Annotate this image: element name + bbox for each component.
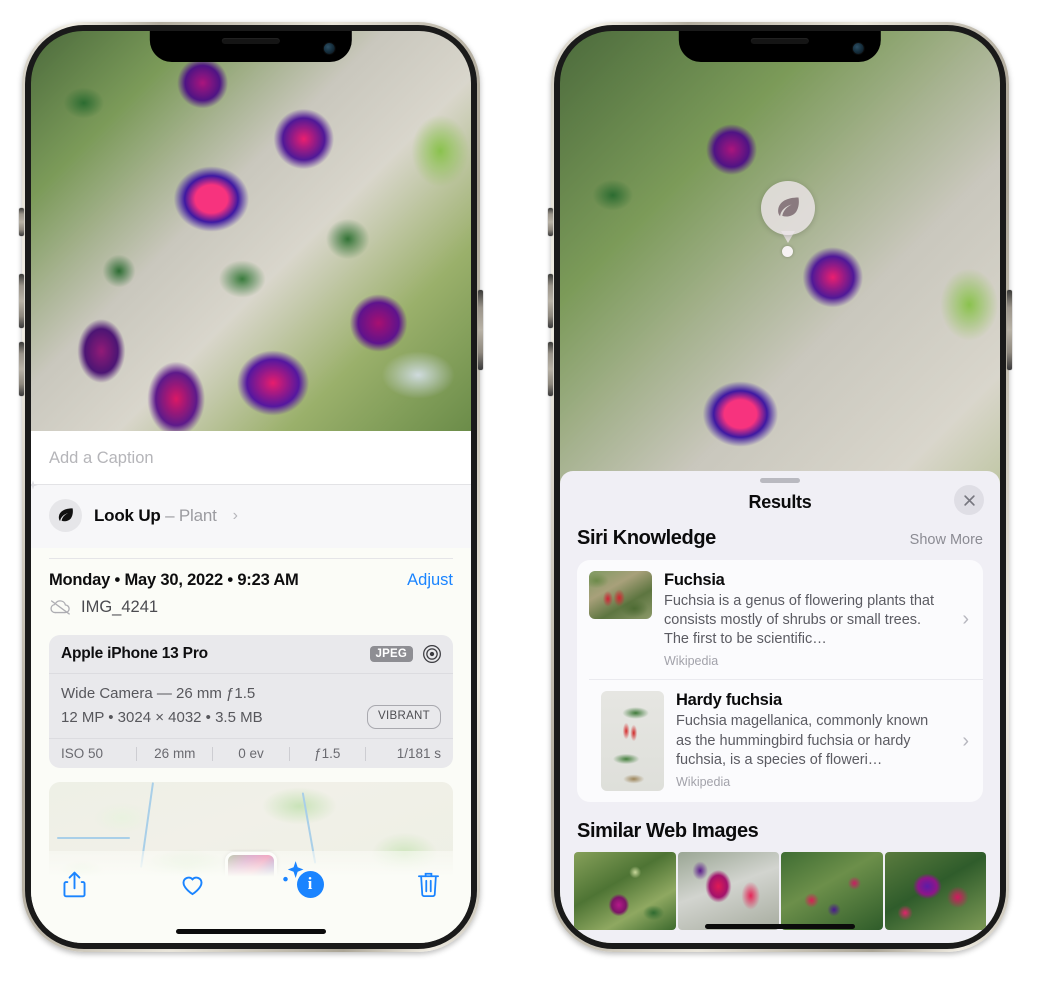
camera-info-card[interactable]: Apple iPhone 13 Pro JPEG Wide Camera — 2… [49, 635, 453, 769]
front-camera-icon [324, 43, 336, 54]
look-up-label: Look Up – Plant [94, 506, 217, 526]
web-image-thumbnail[interactable] [677, 852, 779, 931]
filename-row: IMG_4241 [49, 598, 453, 617]
aperture-icon [422, 644, 442, 664]
result-body: Fuchsia Fuchsia is a genus of flowering … [664, 571, 950, 668]
exif-exposure: 0 ev [238, 746, 264, 762]
silent-switch[interactable] [548, 208, 553, 236]
chevron-right-icon: › [232, 506, 238, 524]
volume-down-button[interactable] [19, 342, 24, 396]
specs-line: 12 MP • 3024 × 4032 • 3.5 MB [61, 708, 263, 726]
format-chip: JPEG [369, 646, 413, 662]
list-item[interactable]: Fuchsia Fuchsia is a genus of flowering … [577, 560, 983, 679]
result-description: Fuchsia magellanica, commonly known as t… [676, 713, 929, 768]
front-camera-icon [853, 43, 865, 54]
chevron-right-icon: › [962, 608, 969, 631]
lens-line: Wide Camera — 26 mm ƒ1.5 [61, 685, 256, 702]
web-image-thumbnail[interactable] [884, 852, 986, 931]
result-source: Wikipedia [676, 774, 731, 789]
map-river [57, 837, 130, 840]
leaf-icon [49, 499, 82, 532]
share-button[interactable] [53, 863, 95, 905]
section-title: Siri Knowledge [577, 527, 716, 549]
sparkle-icon [31, 479, 41, 495]
look-up-title: Look Up [94, 505, 161, 525]
result-body: Hardy fuchsia Fuchsia magellanica, commo… [676, 691, 950, 788]
notch [678, 31, 882, 62]
specs-line-row: 12 MP • 3024 × 4032 • 3.5 MB VIBRANT [61, 705, 441, 730]
result-title: Hardy fuchsia [676, 691, 782, 710]
adjust-button[interactable]: Adjust [407, 571, 453, 590]
photo-filename: IMG_4241 [81, 598, 159, 616]
show-more-button[interactable]: Show More [910, 532, 983, 548]
badge-anchor-dot [782, 246, 793, 257]
earpiece-speaker [750, 38, 809, 44]
left-phone-screen: Add a Caption Look Up – Plant › Monday •… [31, 31, 471, 943]
leaf-icon [778, 197, 799, 217]
siri-knowledge-card: Fuchsia Fuchsia is a genus of flowering … [577, 560, 983, 803]
results-header: Results [560, 483, 1000, 527]
close-icon [963, 494, 975, 506]
chevron-right-icon: › [962, 729, 969, 752]
cloud-slash-icon [49, 599, 72, 616]
volume-up-button[interactable] [548, 274, 553, 328]
camera-model: Apple iPhone 13 Pro [61, 645, 208, 662]
result-thumbnail [601, 691, 664, 792]
divider [49, 558, 453, 559]
notch [149, 31, 353, 62]
exif-shutter: 1/181 s [396, 746, 442, 762]
power-button[interactable] [1007, 290, 1012, 370]
photographic-style-chip: VIBRANT [367, 705, 441, 730]
photo-date: Monday • May 30, 2022 • 9:23 AM [49, 571, 299, 589]
exif-iso: ISO 50 [61, 746, 104, 762]
photo-fuchsia-left[interactable] [31, 31, 471, 431]
look-up-separator: – [165, 505, 175, 525]
silent-switch[interactable] [19, 208, 24, 236]
earpiece-speaker [221, 38, 280, 44]
results-title: Results [748, 492, 812, 512]
delete-button[interactable] [407, 863, 449, 905]
right-phone: Results Siri Knowledge Show More Fuchsia… [548, 22, 1012, 952]
home-indicator[interactable] [705, 924, 855, 929]
list-item[interactable]: Hardy fuchsia Fuchsia magellanica, commo… [589, 679, 983, 802]
web-image-thumbnail[interactable] [574, 852, 676, 931]
photo-info-sheet: Add a Caption Look Up – Plant › Monday •… [31, 431, 471, 943]
close-button[interactable] [954, 485, 984, 515]
camera-header-right: JPEG [369, 644, 442, 664]
left-phone: Add a Caption Look Up – Plant › Monday •… [19, 22, 483, 952]
result-description: Fuchsia is a genus of flowering plants t… [664, 593, 935, 648]
exif-row: ISO 50 26 mm 0 ev ƒ1.5 1/181 s [49, 739, 453, 768]
caption-input[interactable]: Add a Caption [31, 431, 471, 485]
similar-web-images-header: Similar Web Images [560, 802, 1000, 852]
visual-look-up-badge[interactable] [761, 181, 815, 235]
result-thumbnail [589, 571, 652, 619]
siri-knowledge-header: Siri Knowledge Show More [560, 527, 1000, 560]
sparkle-icon [281, 859, 304, 882]
web-image-thumbnail[interactable] [781, 852, 883, 931]
look-up-row[interactable]: Look Up – Plant › [31, 480, 471, 548]
similar-web-images-strip[interactable] [560, 852, 1000, 931]
power-button[interactable] [478, 290, 483, 370]
info-button[interactable]: i [283, 861, 331, 905]
section-title: Similar Web Images [577, 820, 759, 843]
camera-header: Apple iPhone 13 Pro JPEG [49, 635, 453, 674]
volume-down-button[interactable] [548, 342, 553, 396]
right-phone-screen: Results Siri Knowledge Show More Fuchsia… [560, 31, 1000, 943]
camera-specs: Wide Camera — 26 mm ƒ1.5 12 MP • 3024 × … [49, 674, 453, 740]
result-title: Fuchsia [664, 571, 725, 589]
home-indicator[interactable] [176, 929, 326, 934]
date-row: Monday • May 30, 2022 • 9:23 AM Adjust [49, 571, 453, 590]
results-sheet: Results Siri Knowledge Show More Fuchsia… [560, 471, 1000, 943]
volume-up-button[interactable] [19, 274, 24, 328]
exif-aperture: ƒ1.5 [314, 746, 341, 762]
photo-metadata-block: Monday • May 30, 2022 • 9:23 AM Adjust I… [31, 548, 471, 621]
favorite-button[interactable] [171, 863, 213, 905]
result-source: Wikipedia [664, 654, 719, 669]
look-up-subject: Plant [178, 505, 217, 525]
exif-focal: 26 mm [154, 746, 196, 762]
screenshot-root: Add a Caption Look Up – Plant › Monday •… [0, 0, 1055, 985]
